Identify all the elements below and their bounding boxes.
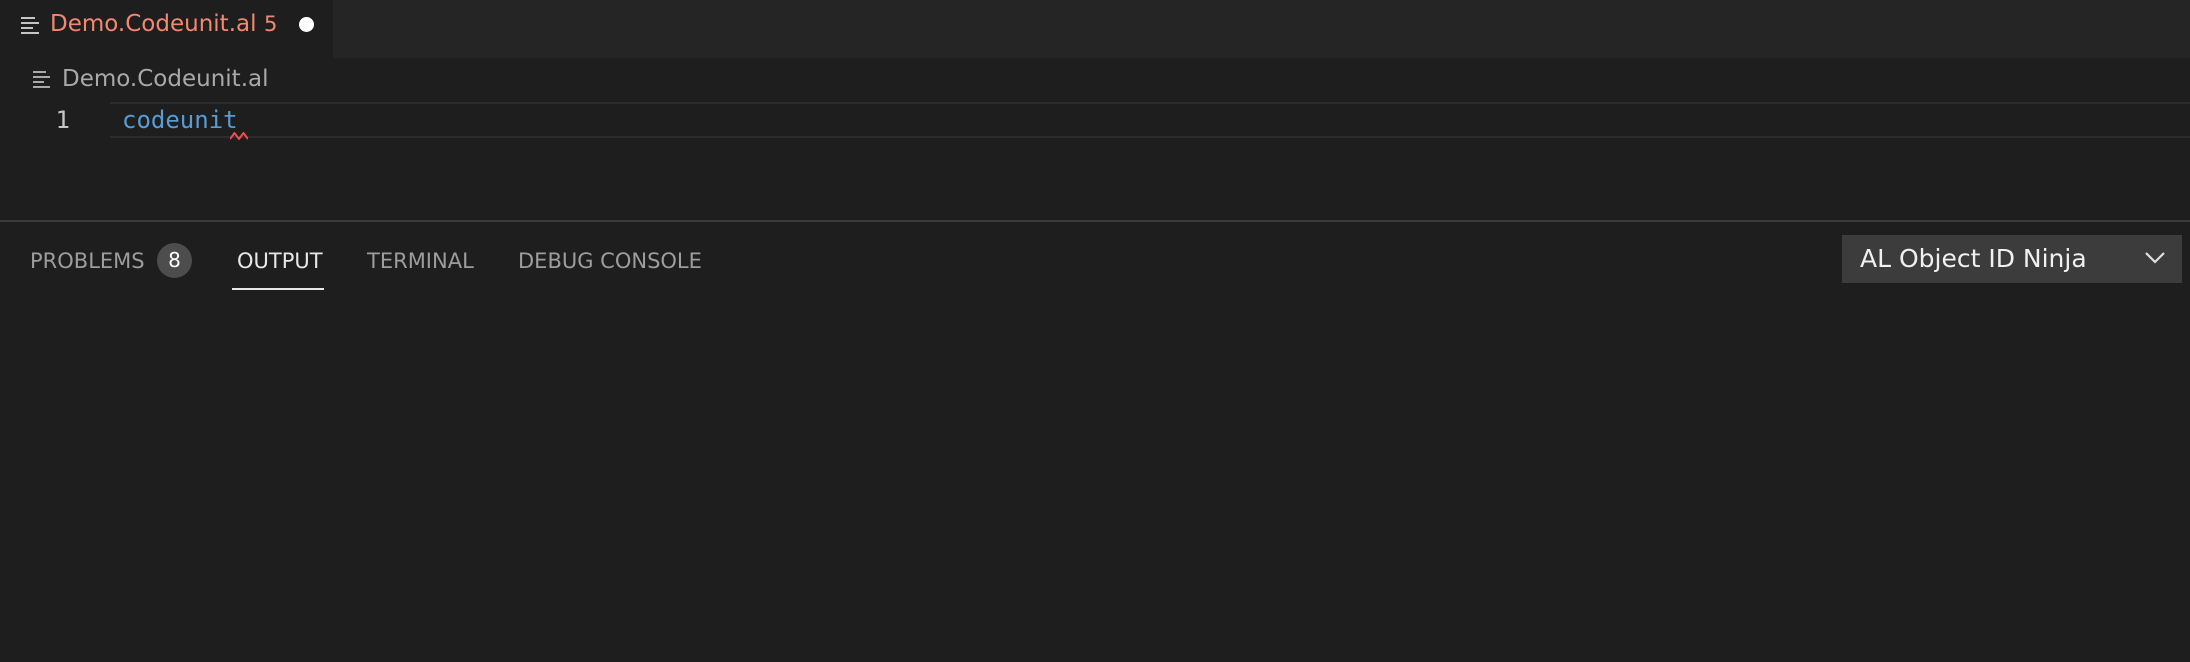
editor-tab-demo-codeunit[interactable]: Demo.Codeunit.al 5 — [0, 0, 333, 58]
output-channel-value: AL Object ID Ninja — [1860, 244, 2087, 273]
output-content[interactable] — [0, 302, 2190, 662]
editor-tab-bar: Demo.Codeunit.al 5 — [0, 0, 2190, 58]
bottom-panel: PROBLEMS 8 OUTPUT TERMINAL DEBUG CONSOLE… — [0, 220, 2190, 662]
error-squiggle-icon — [230, 132, 248, 140]
chevron-down-icon — [2145, 252, 2165, 264]
editor-tab-label: Demo.Codeunit.al — [50, 11, 257, 37]
tab-problems[interactable]: PROBLEMS — [30, 244, 145, 278]
vscode-window: Demo.Codeunit.al 5 Demo.Codeunit.al 1 co… — [0, 0, 2190, 662]
current-line-highlight — [110, 102, 2190, 138]
line-number: 1 — [55, 106, 70, 134]
breadcrumb-file[interactable]: Demo.Codeunit.al — [62, 63, 268, 95]
file-lines-icon — [33, 71, 50, 88]
editor-tab-problem-count: 5 — [264, 12, 278, 36]
code-line[interactable]: codeunit — [122, 102, 238, 138]
unsaved-dot-icon[interactable] — [299, 17, 314, 32]
tab-debug-console[interactable]: DEBUG CONSOLE — [518, 244, 702, 278]
file-lines-icon — [21, 17, 39, 34]
problems-count-badge: 8 — [157, 243, 192, 278]
tab-output[interactable]: OUTPUT — [237, 244, 323, 278]
active-tab-indicator — [232, 288, 324, 290]
code-editor[interactable]: 1 codeunit — [0, 102, 2190, 220]
output-channel-select[interactable]: AL Object ID Ninja — [1842, 235, 2182, 283]
tab-terminal[interactable]: TERMINAL — [367, 244, 474, 278]
breadcrumb: Demo.Codeunit.al — [0, 58, 2190, 102]
